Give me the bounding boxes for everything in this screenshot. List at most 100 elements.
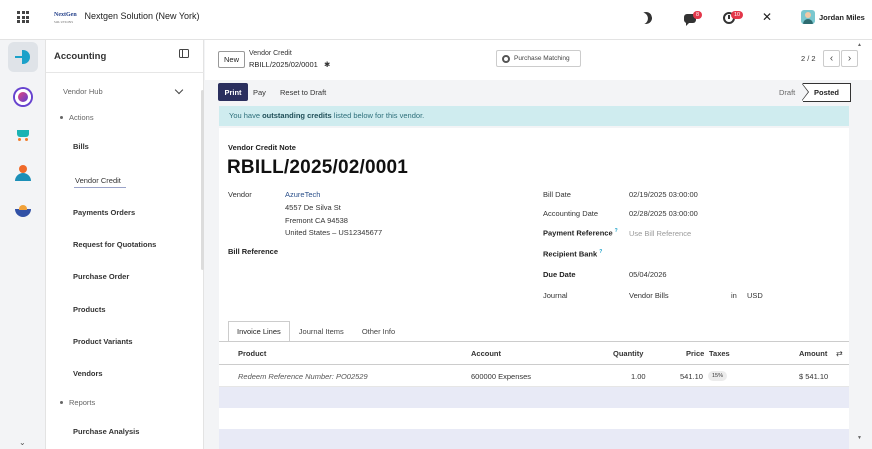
bullet-icon [60, 401, 63, 404]
print-button[interactable]: Print [218, 83, 248, 101]
bill-date-label: Bill Date [543, 190, 571, 199]
sidebar-toggle-icon[interactable] [179, 49, 189, 58]
vendor-street: 4557 De Silva St [285, 203, 341, 212]
sidebar-group-vendor-hub[interactable]: Vendor Hub [63, 87, 103, 96]
sidebar-item-vendors[interactable]: Vendors [73, 369, 103, 378]
alert-link[interactable]: outstanding credits [262, 111, 332, 120]
column-product[interactable]: Product [238, 349, 266, 358]
empty-row[interactable] [219, 429, 849, 449]
column-taxes[interactable]: Taxes [709, 349, 730, 358]
vendor-country: United States – US12345677 [285, 228, 383, 237]
column-quantity[interactable]: Quantity [613, 349, 643, 358]
logo-text: NextGen [54, 12, 77, 18]
document-type: Vendor Credit Note [228, 143, 296, 152]
payment-reference-label-text: Payment Reference [543, 228, 613, 238]
form-sheet: Vendor Credit Note RBILL/2025/02/0001 Ve… [219, 128, 849, 449]
user-avatar[interactable] [801, 10, 815, 24]
user-name[interactable]: Jordan Miles [819, 13, 865, 22]
chevron-down-icon[interactable] [174, 85, 184, 95]
chevron-down-icon[interactable]: ⌄ [19, 438, 26, 447]
alert-suffix: listed below for this vendor. [331, 111, 425, 120]
control-panel: New Vendor Credit RBILL/2025/02/0001 ✱ P… [205, 40, 872, 80]
logo-subtext: SOLUTIONS [54, 20, 74, 24]
crm-app-icon[interactable] [8, 82, 38, 112]
line-price: 541.10 [680, 372, 703, 381]
column-settings-icon[interactable]: ⇄ [836, 349, 843, 358]
sidebar-item-products[interactable]: Products [73, 305, 106, 314]
journal-in-label: in [731, 291, 737, 300]
sidebar-item-request-for-quotations[interactable]: Request for Quotations [73, 240, 156, 249]
new-button[interactable]: New [218, 51, 245, 68]
line-amount: $ 541.10 [799, 372, 829, 381]
sidebar-item-bills[interactable]: Bills [73, 142, 89, 151]
activities-badge: 10 [731, 11, 744, 19]
column-price[interactable]: Price [686, 349, 704, 358]
action-bar: Print Pay Reset to Draft Draft Posted [205, 80, 872, 104]
tab-other-info[interactable]: Other Info [353, 321, 404, 342]
tab-invoice-lines[interactable]: Invoice Lines [228, 321, 290, 342]
invoice-lines-header: Product Account Quantity Price Taxes Amo… [219, 342, 849, 365]
breadcrumb-parent[interactable]: Vendor Credit [249, 50, 292, 57]
vendor-city: Fremont CA 94538 [285, 216, 348, 225]
scroll-up-icon[interactable]: ▲ [857, 42, 862, 48]
dark-mode-icon[interactable] [638, 10, 653, 25]
empty-row[interactable] [219, 408, 849, 429]
main-scrollbar[interactable]: ▲ ▼ [857, 42, 863, 449]
scroll-down-icon[interactable]: ▼ [857, 435, 862, 441]
accounting-date-label: Accounting Date [543, 209, 599, 218]
help-icon[interactable]: ? [615, 228, 618, 234]
help-icon[interactable]: ? [599, 249, 602, 255]
sidebar-item-payments-orders[interactable]: Payments Orders [73, 208, 135, 217]
apps-menu-icon[interactable] [17, 11, 29, 23]
vendor-name[interactable]: AzureTech [285, 190, 320, 199]
sidebar-divider [46, 72, 204, 73]
matching-icon [502, 54, 510, 63]
bill-date-field[interactable]: 02/19/2025 03:00:00 [629, 190, 698, 199]
table-row[interactable]: Redeem Reference Number: PO02529 600000 … [219, 365, 849, 387]
chevron-right-icon[interactable]: › [841, 50, 858, 67]
breadcrumb-current: RBILL/2025/02/0001 [249, 60, 318, 69]
accounting-app-icon[interactable] [8, 42, 38, 72]
company-name[interactable]: Nextgen Solution (New York) [82, 11, 202, 22]
due-date-field[interactable]: 05/04/2026 [629, 270, 667, 279]
recipient-bank-label-text: Recipient Bank [543, 249, 598, 259]
journal-label: Journal [543, 291, 568, 300]
bullet-icon [60, 116, 63, 119]
pay-button[interactable]: Pay [253, 83, 266, 101]
journal-field[interactable]: Vendor Bills [629, 291, 669, 300]
status-draft[interactable]: Draft [779, 88, 795, 97]
currency-field[interactable]: USD [747, 291, 763, 300]
pos-app-icon[interactable] [8, 196, 38, 226]
column-account[interactable]: Account [471, 349, 501, 358]
app-rail: ⌄ [0, 40, 46, 449]
contacts-app-icon[interactable] [8, 158, 38, 188]
pager-value[interactable]: 2 / 2 [801, 54, 816, 63]
active-indicator [74, 187, 126, 188]
purchase-matching-button[interactable]: Purchase Matching [496, 50, 581, 67]
chevron-left-icon[interactable]: ‹ [823, 50, 840, 67]
sidebar-section-reports: Reports [69, 398, 96, 407]
sidebar: Accounting Vendor Hub Actions Bills Vend… [46, 40, 204, 449]
vendor-label: Vendor [228, 190, 252, 199]
document-number: RBILL/2025/02/0001 [227, 157, 409, 178]
sidebar-item-product-variants[interactable]: Product Variants [73, 337, 133, 346]
column-amount[interactable]: Amount [799, 349, 827, 358]
sidebar-scrollbar[interactable] [201, 90, 204, 270]
sidebar-item-purchase-order[interactable]: Purchase Order [73, 272, 129, 281]
messages-badge: 8 [693, 11, 703, 19]
reset-to-draft-button[interactable]: Reset to Draft [280, 83, 326, 101]
bill-reference-label: Bill Reference [228, 247, 279, 256]
status-posted[interactable]: Posted [802, 83, 851, 102]
accounting-date-field[interactable]: 02/28/2025 03:00:00 [629, 209, 698, 218]
recipient-bank-label: Recipient Bank? [543, 249, 602, 259]
payment-reference-field[interactable]: Use Bill Reference [629, 229, 691, 238]
tab-journal-items[interactable]: Journal Items [290, 321, 353, 342]
tools-icon[interactable]: ✕ [762, 10, 772, 24]
alert-prefix: You have [229, 111, 263, 120]
sidebar-section-actions: Actions [69, 113, 94, 122]
purchase-app-icon[interactable] [8, 120, 38, 150]
sidebar-item-vendor-credit[interactable]: Vendor Credit [75, 176, 121, 185]
gear-icon[interactable]: ✱ [324, 60, 330, 69]
sidebar-item-purchase-analysis[interactable]: Purchase Analysis [73, 427, 139, 436]
empty-row[interactable] [219, 387, 849, 408]
